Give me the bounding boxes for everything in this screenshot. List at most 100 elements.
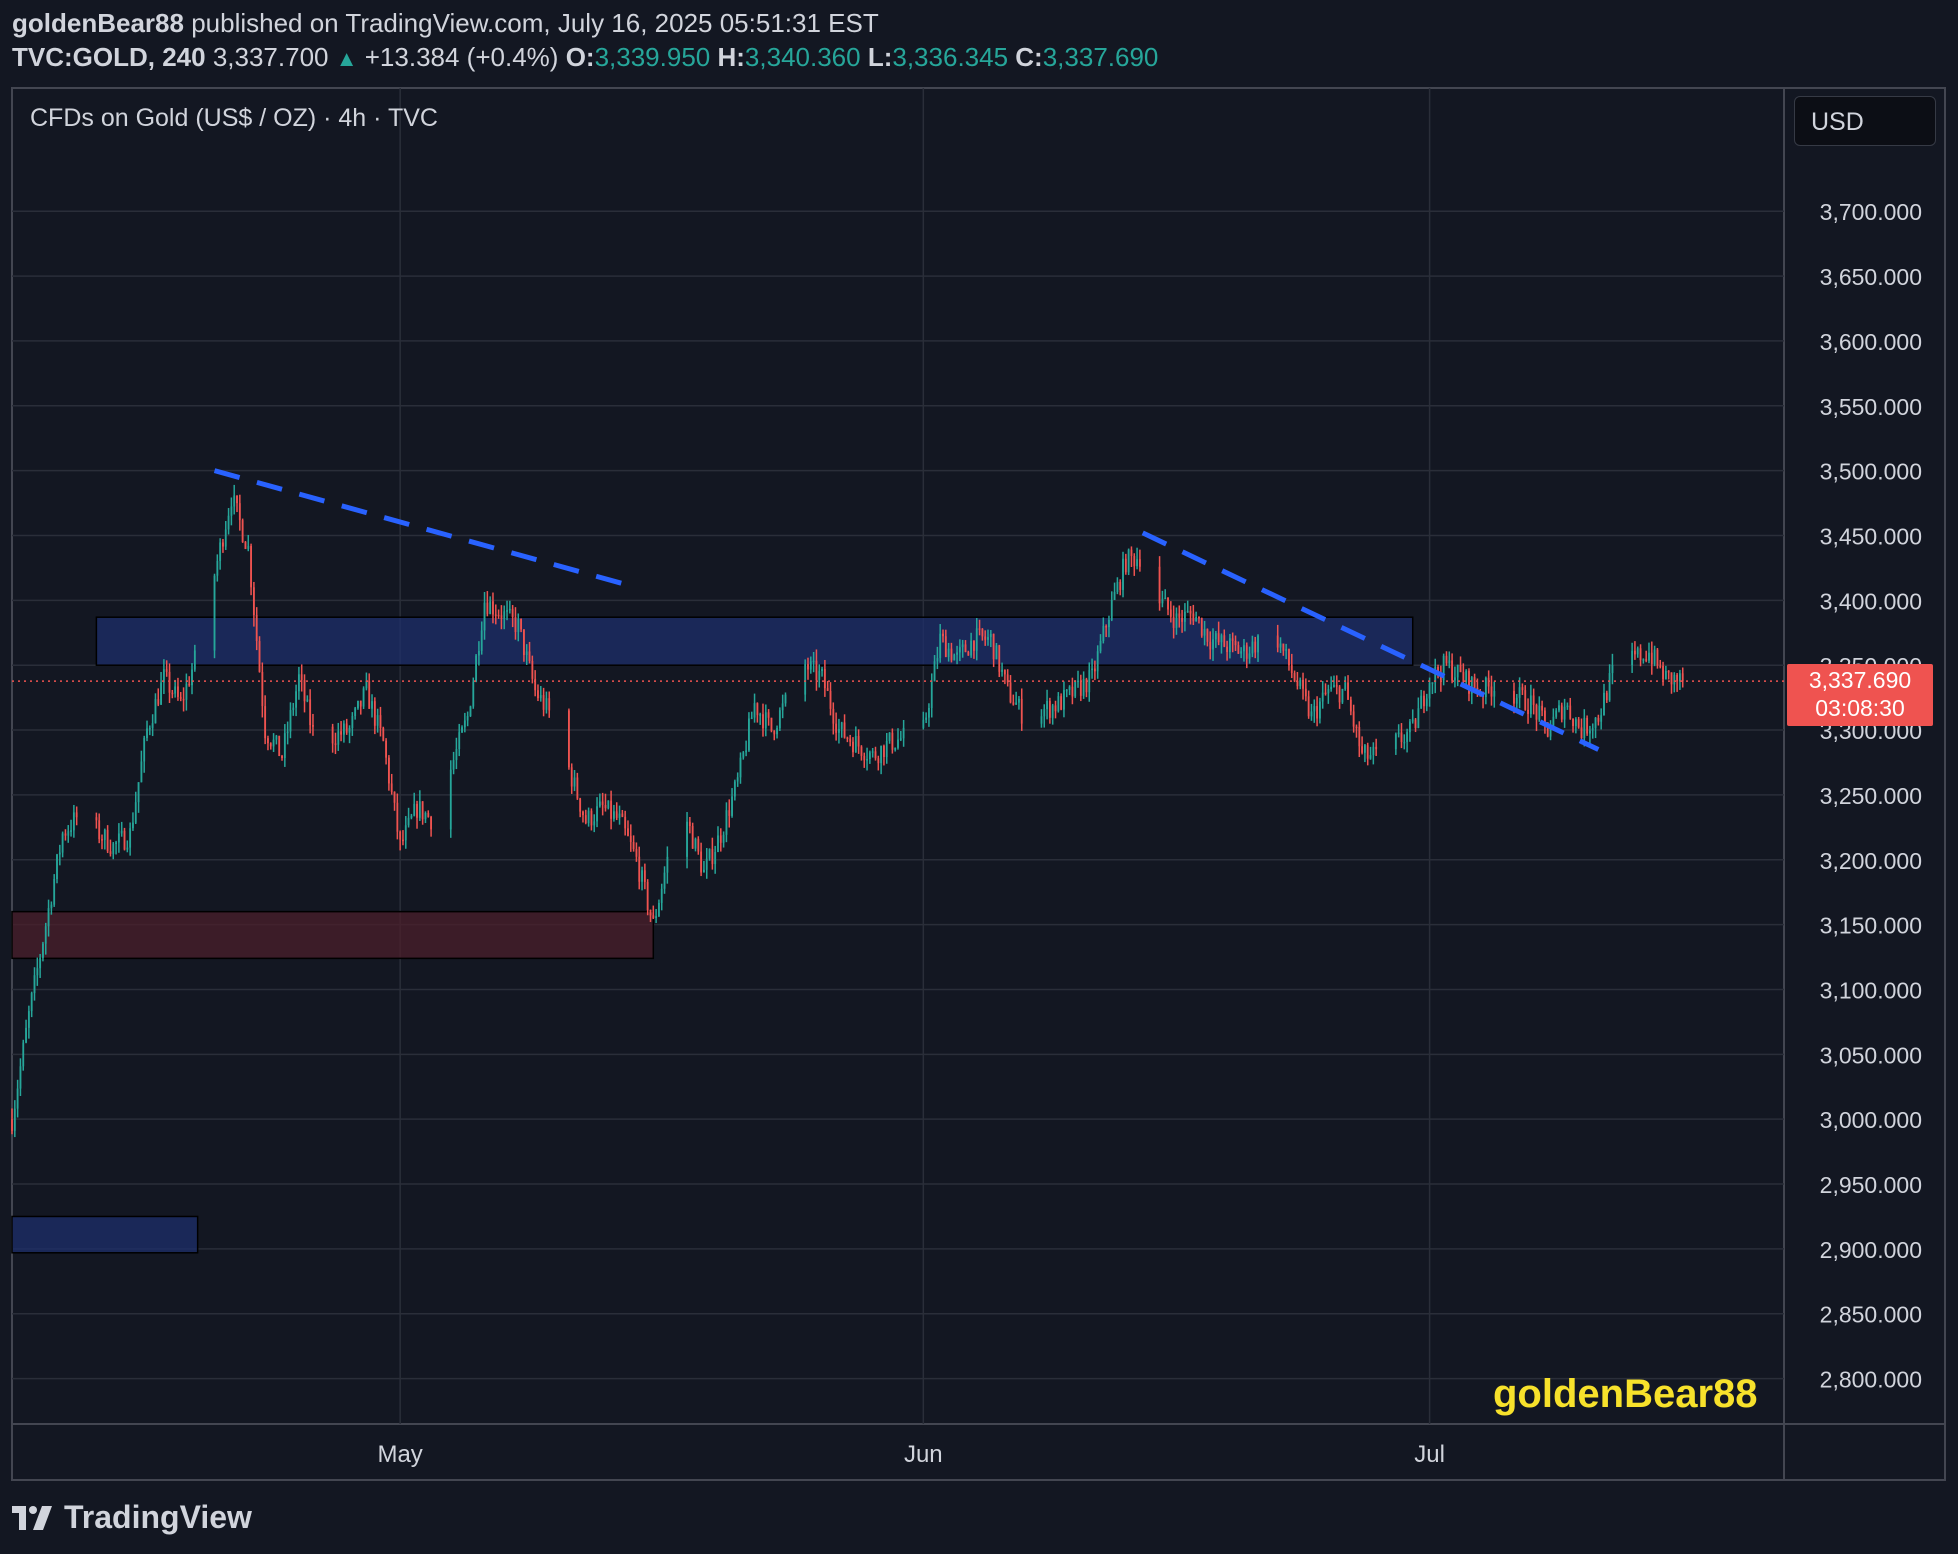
candle-body xyxy=(1589,730,1591,734)
candle-body xyxy=(613,811,615,819)
zone-rect[interactable] xyxy=(11,910,655,960)
candle-body xyxy=(1127,549,1130,573)
candle-body xyxy=(1420,695,1423,709)
candle-body xyxy=(1288,649,1290,666)
candle-body xyxy=(587,810,590,824)
candle-body xyxy=(492,601,494,615)
candle-body xyxy=(219,542,222,561)
candle-body xyxy=(427,812,430,817)
candle-body xyxy=(615,811,618,818)
candle-body xyxy=(1307,696,1310,717)
candle-body xyxy=(686,821,688,857)
candle-body xyxy=(331,726,334,744)
zone-rect[interactable] xyxy=(11,1215,199,1254)
candle-body xyxy=(1484,677,1487,698)
candle-body xyxy=(1639,648,1642,661)
candle-body xyxy=(736,777,739,782)
currency-button[interactable]: USD xyxy=(1794,96,1936,146)
candle-body xyxy=(171,692,174,695)
candle-body xyxy=(286,731,289,734)
tradingview-logo[interactable]: TradingView xyxy=(12,1497,252,1537)
candle-body xyxy=(826,688,829,691)
candle-body xyxy=(42,943,44,958)
candle-body xyxy=(126,847,129,850)
candle-body xyxy=(1369,755,1372,759)
candle-body xyxy=(146,728,148,739)
candle-body xyxy=(185,683,188,700)
candle-body xyxy=(596,806,598,822)
candle-body xyxy=(1428,682,1431,699)
candle-body xyxy=(1335,685,1338,687)
candle-body xyxy=(1060,696,1063,710)
candle-body xyxy=(44,926,47,944)
candle-body xyxy=(337,731,340,745)
candle-body xyxy=(598,801,601,807)
candle-body xyxy=(1009,682,1012,703)
candle-body xyxy=(930,681,933,708)
candle-body xyxy=(1645,659,1648,661)
candle-body xyxy=(987,637,989,640)
candle-body xyxy=(101,839,103,841)
candle-body xyxy=(182,698,185,701)
candle-body xyxy=(753,703,756,718)
candle-body xyxy=(140,761,143,783)
candle-body xyxy=(348,727,351,733)
candle-body xyxy=(1344,682,1347,689)
candle-body xyxy=(520,618,523,630)
candle-body xyxy=(1650,652,1653,665)
candle-body xyxy=(1558,705,1560,711)
candle-body xyxy=(731,796,733,816)
candle-body xyxy=(804,664,807,695)
trendline-dashed[interactable] xyxy=(213,468,638,590)
candle-body xyxy=(1544,710,1546,723)
candle-body xyxy=(1667,670,1670,673)
candle-body xyxy=(1088,670,1091,693)
candle-body xyxy=(956,652,958,655)
candle-body xyxy=(469,706,472,717)
candle-body xyxy=(1631,650,1634,666)
candle-body xyxy=(632,841,635,850)
triangle-up-icon: ▲ xyxy=(335,46,358,71)
candle-body xyxy=(500,615,503,620)
candle-body xyxy=(770,717,773,731)
y-tick-label: 3,150.000 xyxy=(1820,913,1922,939)
candle-body xyxy=(193,650,196,670)
candle-body xyxy=(508,608,511,611)
chart-canvas[interactable]: 3,700.000 3,650.000 3,600.000 3,550.000 3,50… xyxy=(0,0,1958,1554)
candle-body xyxy=(888,732,891,741)
chart-title: CFDs on Gold (US$ / OZ) · 4h · TVC xyxy=(30,104,438,132)
candle-body xyxy=(627,828,629,836)
candle-body xyxy=(1116,581,1119,593)
y-tick-label: 3,700.000 xyxy=(1820,199,1922,225)
candle-body xyxy=(964,644,967,652)
candle-body xyxy=(1394,734,1397,750)
candle-body xyxy=(292,707,295,711)
candle-body xyxy=(849,738,852,742)
candle-body xyxy=(998,645,1001,672)
candle-body xyxy=(1212,639,1214,650)
candle-body xyxy=(700,851,703,873)
candle-body xyxy=(61,833,64,853)
candle-body xyxy=(1355,726,1358,729)
candle-body xyxy=(1445,655,1448,664)
candle-body xyxy=(11,1119,13,1131)
candle-body xyxy=(1316,706,1319,719)
candle-body xyxy=(809,661,812,670)
candle-body xyxy=(902,727,905,739)
candle-body xyxy=(115,842,117,844)
candle-body xyxy=(854,735,857,753)
candle-body xyxy=(925,717,928,720)
candle-body xyxy=(1046,700,1048,710)
candle-body xyxy=(1538,705,1541,720)
candle-body xyxy=(1282,643,1285,651)
candle-body xyxy=(984,636,987,640)
y-tick-label: 3,000.000 xyxy=(1820,1107,1922,1133)
candle-body xyxy=(1099,641,1102,652)
candle-body xyxy=(1158,566,1161,604)
candle-body xyxy=(1254,641,1257,653)
candle-body xyxy=(213,575,216,651)
candle-body xyxy=(1580,727,1583,739)
candle-body xyxy=(1012,702,1015,705)
author-name[interactable]: goldenBear88 xyxy=(12,8,184,38)
candle-body xyxy=(1653,649,1656,665)
